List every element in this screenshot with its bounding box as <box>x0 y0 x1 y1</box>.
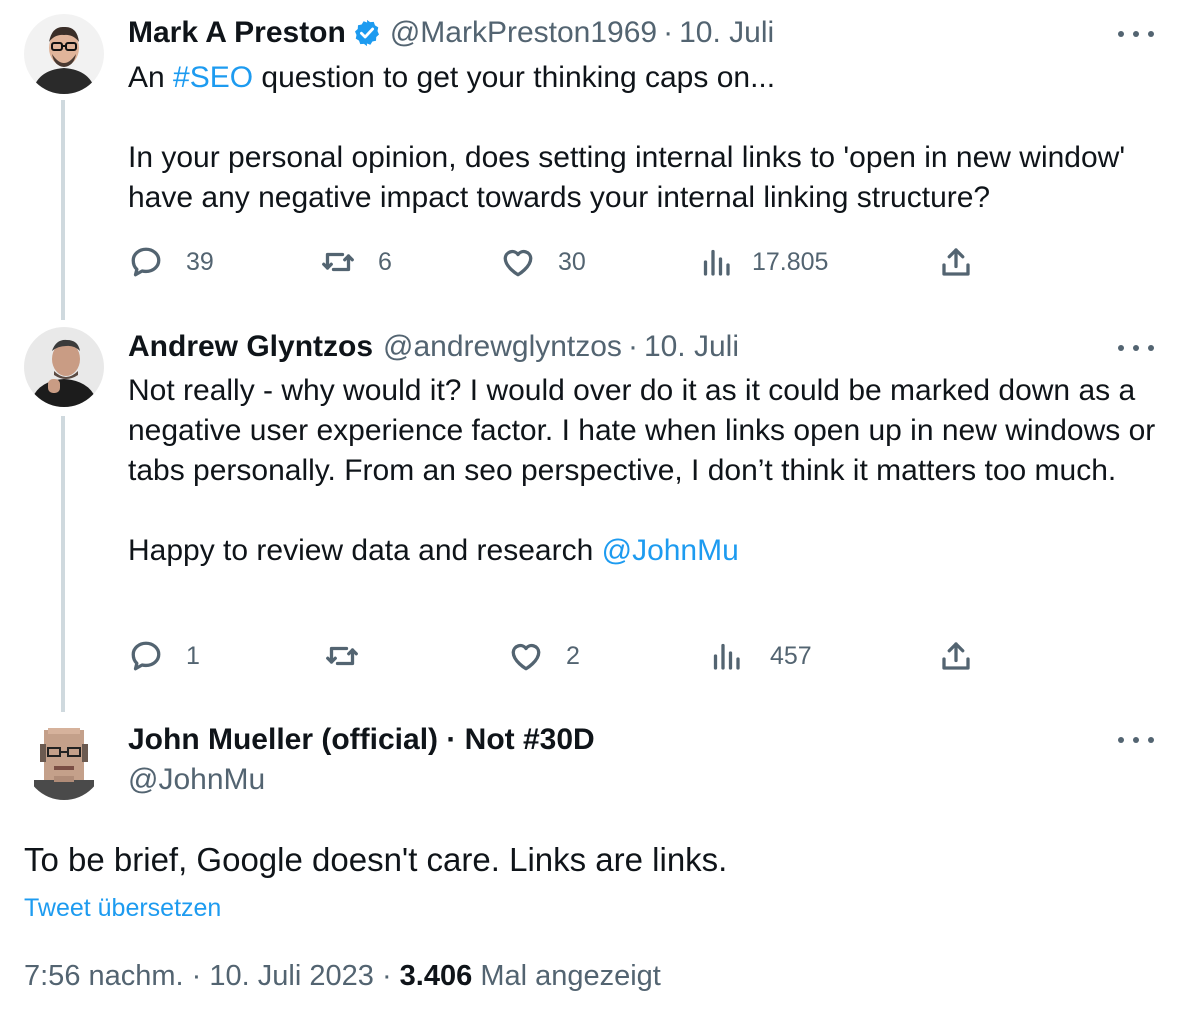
like-count: 30 <box>558 247 586 276</box>
avatar-andrew-glyntzos-image <box>24 327 104 407</box>
tweet-text: Not really - why would it? I would over … <box>128 371 1168 571</box>
like-icon <box>503 249 533 277</box>
avatar[interactable] <box>24 720 104 800</box>
tweet-time[interactable]: 7:56 nachm. <box>24 960 184 992</box>
view-count: 3.406 <box>399 960 473 992</box>
reply-icon <box>131 641 161 671</box>
share-button[interactable] <box>938 636 996 676</box>
share-icon <box>942 248 970 276</box>
author-name[interactable]: Mark A Preston <box>128 14 346 52</box>
more-icon[interactable] <box>1118 336 1154 360</box>
tweet-header: Andrew Glyntzos @andrewglyntzos · 10. Ju… <box>128 328 739 366</box>
like-icon <box>511 643 541 671</box>
more-icon[interactable] <box>1118 728 1154 752</box>
avatar-john-mueller-image <box>24 720 104 800</box>
reply-button[interactable]: 39 <box>128 242 214 282</box>
tweet-date[interactable]: 10. Juli <box>679 14 774 52</box>
reply-count: 1 <box>186 641 200 670</box>
text-segment: Happy to review data and research <box>128 534 602 567</box>
retweet-icon <box>326 646 358 666</box>
author-name[interactable]: Andrew Glyntzos <box>128 328 373 366</box>
thread-line <box>61 416 65 712</box>
more-icon[interactable] <box>1118 22 1154 46</box>
tweet-meta: 7:56 nachm. · 10. Juli 2023 · 3.406 Mal … <box>24 956 661 996</box>
reply-button[interactable]: 1 <box>128 636 200 676</box>
avatar[interactable] <box>24 327 104 407</box>
action-bar: 1 2 457 <box>128 636 988 676</box>
retweet-count: 6 <box>378 247 392 276</box>
translate-tweet-link[interactable]: Tweet übersetzen <box>24 892 221 924</box>
views-icon <box>713 643 740 670</box>
verified-badge-icon <box>352 18 382 48</box>
tweet-paragraph: Not really - why would it? I would over … <box>128 374 1156 487</box>
views-count: 457 <box>770 641 812 670</box>
retweet-button[interactable] <box>324 636 382 676</box>
mention-link[interactable]: @JohnMu <box>602 534 739 567</box>
share-icon <box>942 642 970 670</box>
tweet-mark-preston[interactable]: Mark A Preston @MarkPreston1969 · 10. Ju… <box>0 0 1200 320</box>
share-button[interactable] <box>938 242 996 282</box>
text-segment: question to get your thinking caps on... <box>253 61 776 94</box>
like-button[interactable]: 2 <box>508 636 580 676</box>
author-name[interactable]: John Mueller (official) · Not #30D <box>128 720 595 760</box>
meta-separator: · <box>381 960 392 992</box>
retweet-icon <box>322 252 354 272</box>
author-handle[interactable]: @MarkPreston1969 <box>390 14 657 52</box>
like-button[interactable]: 30 <box>500 242 586 282</box>
tweet-date[interactable]: 10. Juli <box>644 328 739 366</box>
views-count: 17.805 <box>752 247 829 276</box>
reply-count: 39 <box>186 247 214 276</box>
header-separator: · <box>627 330 638 363</box>
main-author-block: John Mueller (official) · Not #30D @John… <box>128 720 595 800</box>
views-icon <box>703 249 730 276</box>
action-bar: 39 6 30 17.805 <box>128 242 988 282</box>
retweet-button[interactable]: 6 <box>320 242 392 282</box>
hashtag-link[interactable]: #SEO <box>173 61 253 94</box>
tweet-andrew-glyntzos[interactable]: Andrew Glyntzos @andrewglyntzos · 10. Ju… <box>0 320 1200 714</box>
tweet-full-date[interactable]: 10. Juli 2023 <box>209 960 373 992</box>
header-separator: · <box>663 16 674 49</box>
author-handle[interactable]: @andrewglyntzos <box>383 328 622 366</box>
main-tweet-text: To be brief, Google doesn't care. Links … <box>24 841 728 878</box>
avatar-mark-preston-image <box>24 14 104 94</box>
like-count: 2 <box>566 641 580 670</box>
thread-line <box>61 100 65 320</box>
tweet-paragraph: In your personal opinion, does setting i… <box>128 141 1126 214</box>
author-handle[interactable]: @JohnMu <box>128 760 595 800</box>
views-label: Mal angezeigt <box>480 960 661 992</box>
text-segment: An <box>128 61 174 94</box>
tweet-text: An #SEO question to get your thinking ca… <box>128 58 1168 218</box>
reply-icon <box>131 247 161 277</box>
avatar[interactable] <box>24 14 104 94</box>
main-tweet-john-mueller: John Mueller (official) · Not #30D @John… <box>0 714 1200 1025</box>
views-button[interactable]: 457 <box>708 636 812 676</box>
views-button[interactable]: 17.805 <box>698 242 828 282</box>
tweet-header: Mark A Preston @MarkPreston1969 · 10. Ju… <box>128 14 774 52</box>
meta-separator: · <box>191 960 202 992</box>
